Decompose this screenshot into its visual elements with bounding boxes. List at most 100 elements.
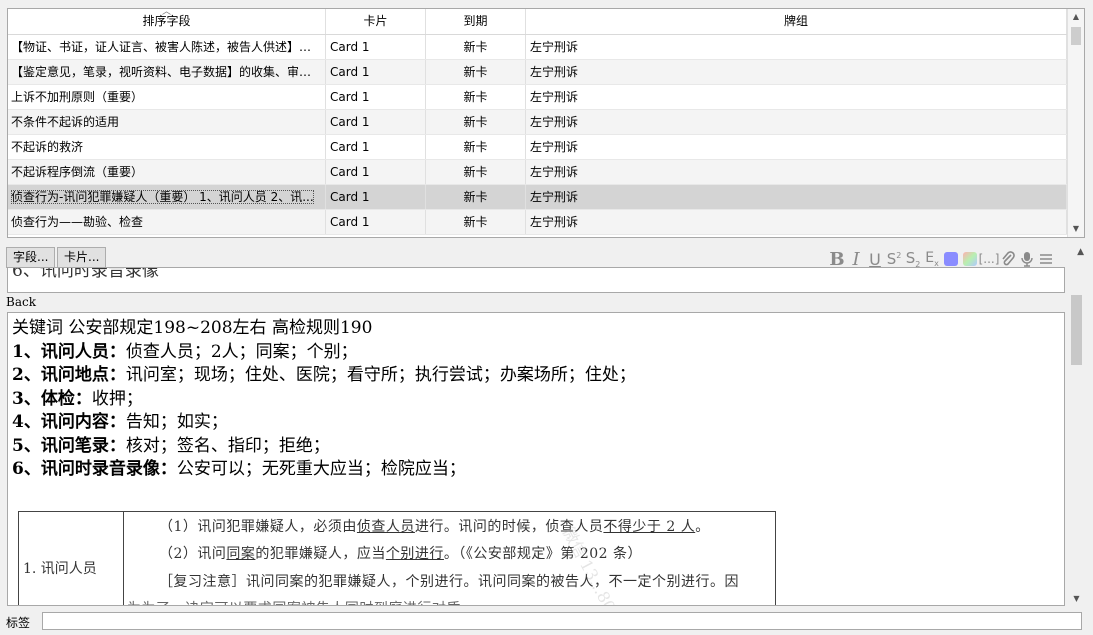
superscript-icon[interactable]: S2 [886,249,902,269]
cell-card: Card 1 [326,85,426,109]
cell-sort-field: 上诉不加刑原则（重要） [8,85,326,109]
cell-card: Card 1 [326,110,426,134]
table-row[interactable]: 上诉不加刑原则（重要） Card 1 新卡 左宁刑诉 [8,85,1067,110]
scroll-down-icon[interactable]: ▼ [1068,221,1084,237]
cell-sort-field: 不条件不起诉的适用 [8,110,326,134]
italic-icon[interactable]: I [848,249,864,270]
cell-card: Card 1 [326,135,426,159]
editor-scroll-up-icon[interactable]: ▲ [1077,247,1084,257]
column-header-sort-field[interactable]: ︿ 排序字段 [8,9,326,34]
cell-due: 新卡 [426,85,526,109]
cell-card: Card 1 [326,210,426,234]
back-line-key: 1、讯问人员： [12,341,126,362]
more-icon[interactable] [1038,249,1054,269]
table-row[interactable]: 【物证、书证，证人证言、被害人陈述，被告人供述】的... Card 1 新卡 左宁刑诉 [8,35,1067,60]
cell-deck: 左宁刑诉 [526,210,1067,234]
back-line-text: 公安可以；无死重大应当；检院应当； [176,459,466,479]
cell-sort-field: 不起诉程序倒流（重要） [8,160,326,184]
column-header-deck[interactable]: 牌组 [526,9,1067,34]
back-content: 关键词 公安部规定198~208左右 高检规则190 1、讯问人员：侦查人员；2人… [12,317,636,482]
cards-button[interactable]: 卡片... [57,247,107,268]
back-line: 关键词 公安部规定198~208左右 高检规则190 [12,318,373,338]
fields-button[interactable]: 字段... [6,247,56,268]
cell-due: 新卡 [426,35,526,59]
table-row[interactable]: 侦查行为-讯问犯罪嫌疑人（重要） 1、讯问人员 2、讯... Card 1 新卡 左宁… [8,185,1067,210]
highlight-color-icon[interactable] [962,249,978,269]
scan-left-cell: 1. 讯问人员 [19,512,124,605]
table-header: ︿ 排序字段 卡片 到期 牌组 [8,9,1067,35]
cell-sort-field: 【物证、书证，证人证言、被害人陈述，被告人供述】的... [8,35,326,59]
embedded-scan-image: 1. 讯问人员 （1）讯问犯罪嫌疑人，必须由侦查人员进行。讯问的时候，侦查人员不… [18,511,776,605]
cell-deck: 左宁刑诉 [526,185,1067,209]
table-body: 【物证、书证，证人证言、被害人陈述，被告人供述】的... Card 1 新卡 左宁刑诉… [8,35,1067,235]
column-header-card[interactable]: 卡片 [326,9,426,34]
back-line-text: 侦查人员；2人；同案；个别； [125,341,358,362]
cell-card: Card 1 [326,35,426,59]
card-table[interactable]: ︿ 排序字段 卡片 到期 牌组 【物证、书证，证人证言、被害人陈述，被告人供述】… [7,8,1085,238]
cell-due: 新卡 [426,60,526,84]
editor-scrollbar[interactable]: ▼ [1068,295,1085,606]
back-line-text: 告知；如实； [125,412,228,432]
subscript-icon[interactable]: S2 [905,249,921,269]
back-line-key: 4、讯问内容： [12,412,126,432]
front-text: 6、讯问时录音录像 [12,267,159,281]
back-line: 3、体检：收押； [12,388,636,412]
table-row[interactable]: 侦查行为——勘验、检查 Card 1 新卡 左宁刑诉 [8,210,1067,235]
column-header-due[interactable]: 到期 [426,9,526,34]
text-color-icon[interactable] [943,249,959,269]
cell-deck: 左宁刑诉 [526,160,1067,184]
scroll-thumb[interactable] [1071,27,1081,45]
scan-paragraph-3: ［复习注意］讯问同案的犯罪嫌疑人，个别进行。讯问同案的被告人，不一定个别进行。因 [159,574,739,590]
cell-due: 新卡 [426,185,526,209]
back-line-text: 讯问室；现场；住处、医院；看守所；执行尝试；办案场所；住处； [125,365,636,385]
front-field[interactable]: 6、讯问时录音录像 [7,267,1065,293]
back-line-text: 核对；签名、指印；拒绝； [125,435,330,456]
cell-due: 新卡 [426,110,526,134]
back-line-text: 收押； [91,388,143,409]
table-row[interactable]: 不条件不起诉的适用 Card 1 新卡 左宁刑诉 [8,110,1067,135]
table-row[interactable]: 【鉴定意见，笔录，视听资料、电子数据】的收集、审查... Card 1 新卡 左宁刑诉 [8,60,1067,85]
back-line-key: 3、体检： [12,388,92,409]
back-field[interactable]: 关键词 公安部规定198~208左右 高检规则190 1、讯问人员：侦查人员；2人… [7,312,1065,606]
table-row[interactable]: 不起诉程序倒流（重要） Card 1 新卡 左宁刑诉 [8,160,1067,185]
cell-deck: 左宁刑诉 [526,110,1067,134]
record-icon[interactable] [1019,249,1035,269]
cell-card: Card 1 [326,60,426,84]
back-line-key: 6、讯问时录音录像： [12,459,177,479]
cell-sort-field: 不起诉的救济 [8,135,326,159]
tags-input[interactable] [42,612,1082,630]
clear-format-icon[interactable]: Ex [924,249,940,269]
editor-scroll-down-icon[interactable]: ▼ [1068,592,1085,606]
scan-paragraph-4: 为为了...决定可以要求同案被告人同时到庭进行对质... [127,598,476,605]
bold-icon[interactable]: B [829,249,845,270]
attach-icon[interactable] [1000,249,1016,269]
back-line-key: 5、讯问笔录： [12,435,126,456]
tags-label: 标签 [6,616,31,630]
back-line: 5、讯问笔录：核对；签名、指印；拒绝； [12,435,636,459]
scroll-up-icon[interactable]: ▲ [1068,9,1084,25]
cell-card: Card 1 [326,160,426,184]
cell-due: 新卡 [426,160,526,184]
cell-due: 新卡 [426,135,526,159]
card-table-grid: ︿ 排序字段 卡片 到期 牌组 【物证、书证，证人证言、被害人陈述，被告人供述】… [8,9,1067,235]
scan-cell-label: 1. 讯问人员 [23,561,97,577]
cell-sort-field: 【鉴定意见，笔录，视听资料、电子数据】的收集、审查... [8,60,326,84]
back-line: 4、讯问内容：告知；如实； [12,411,636,435]
cell-sort-field: 侦查行为——勘验、检查 [8,210,326,234]
table-scrollbar[interactable]: ▲ ▼ [1067,9,1084,237]
cell-card: Card 1 [326,185,426,209]
back-line: 1、讯问人员：侦查人员；2人；同案；个别； [12,341,636,365]
cell-deck: 左宁刑诉 [526,85,1067,109]
back-line: 2、讯问地点：讯问室；现场；住处、医院；看守所；执行尝试；办案场所；住处； [12,364,636,388]
cell-due: 新卡 [426,210,526,234]
underline-icon[interactable]: U [867,249,883,269]
back-field-label: Back [6,295,36,309]
cell-deck: 左宁刑诉 [526,60,1067,84]
cell-deck: 左宁刑诉 [526,35,1067,59]
sort-caret-icon: ︿ [161,8,172,17]
scan-paragraph-1: （1）讯问犯罪嫌疑人，必须由侦查人员进行。讯问的时候，侦查人员不得少于 2 人。 [159,519,710,535]
editor-scroll-thumb[interactable] [1071,295,1082,365]
back-line: 6、讯问时录音录像：公安可以；无死重大应当；检院应当； [12,458,636,482]
cloze-icon[interactable]: [...] [979,249,1000,269]
table-row[interactable]: 不起诉的救济 Card 1 新卡 左宁刑诉 [8,135,1067,160]
